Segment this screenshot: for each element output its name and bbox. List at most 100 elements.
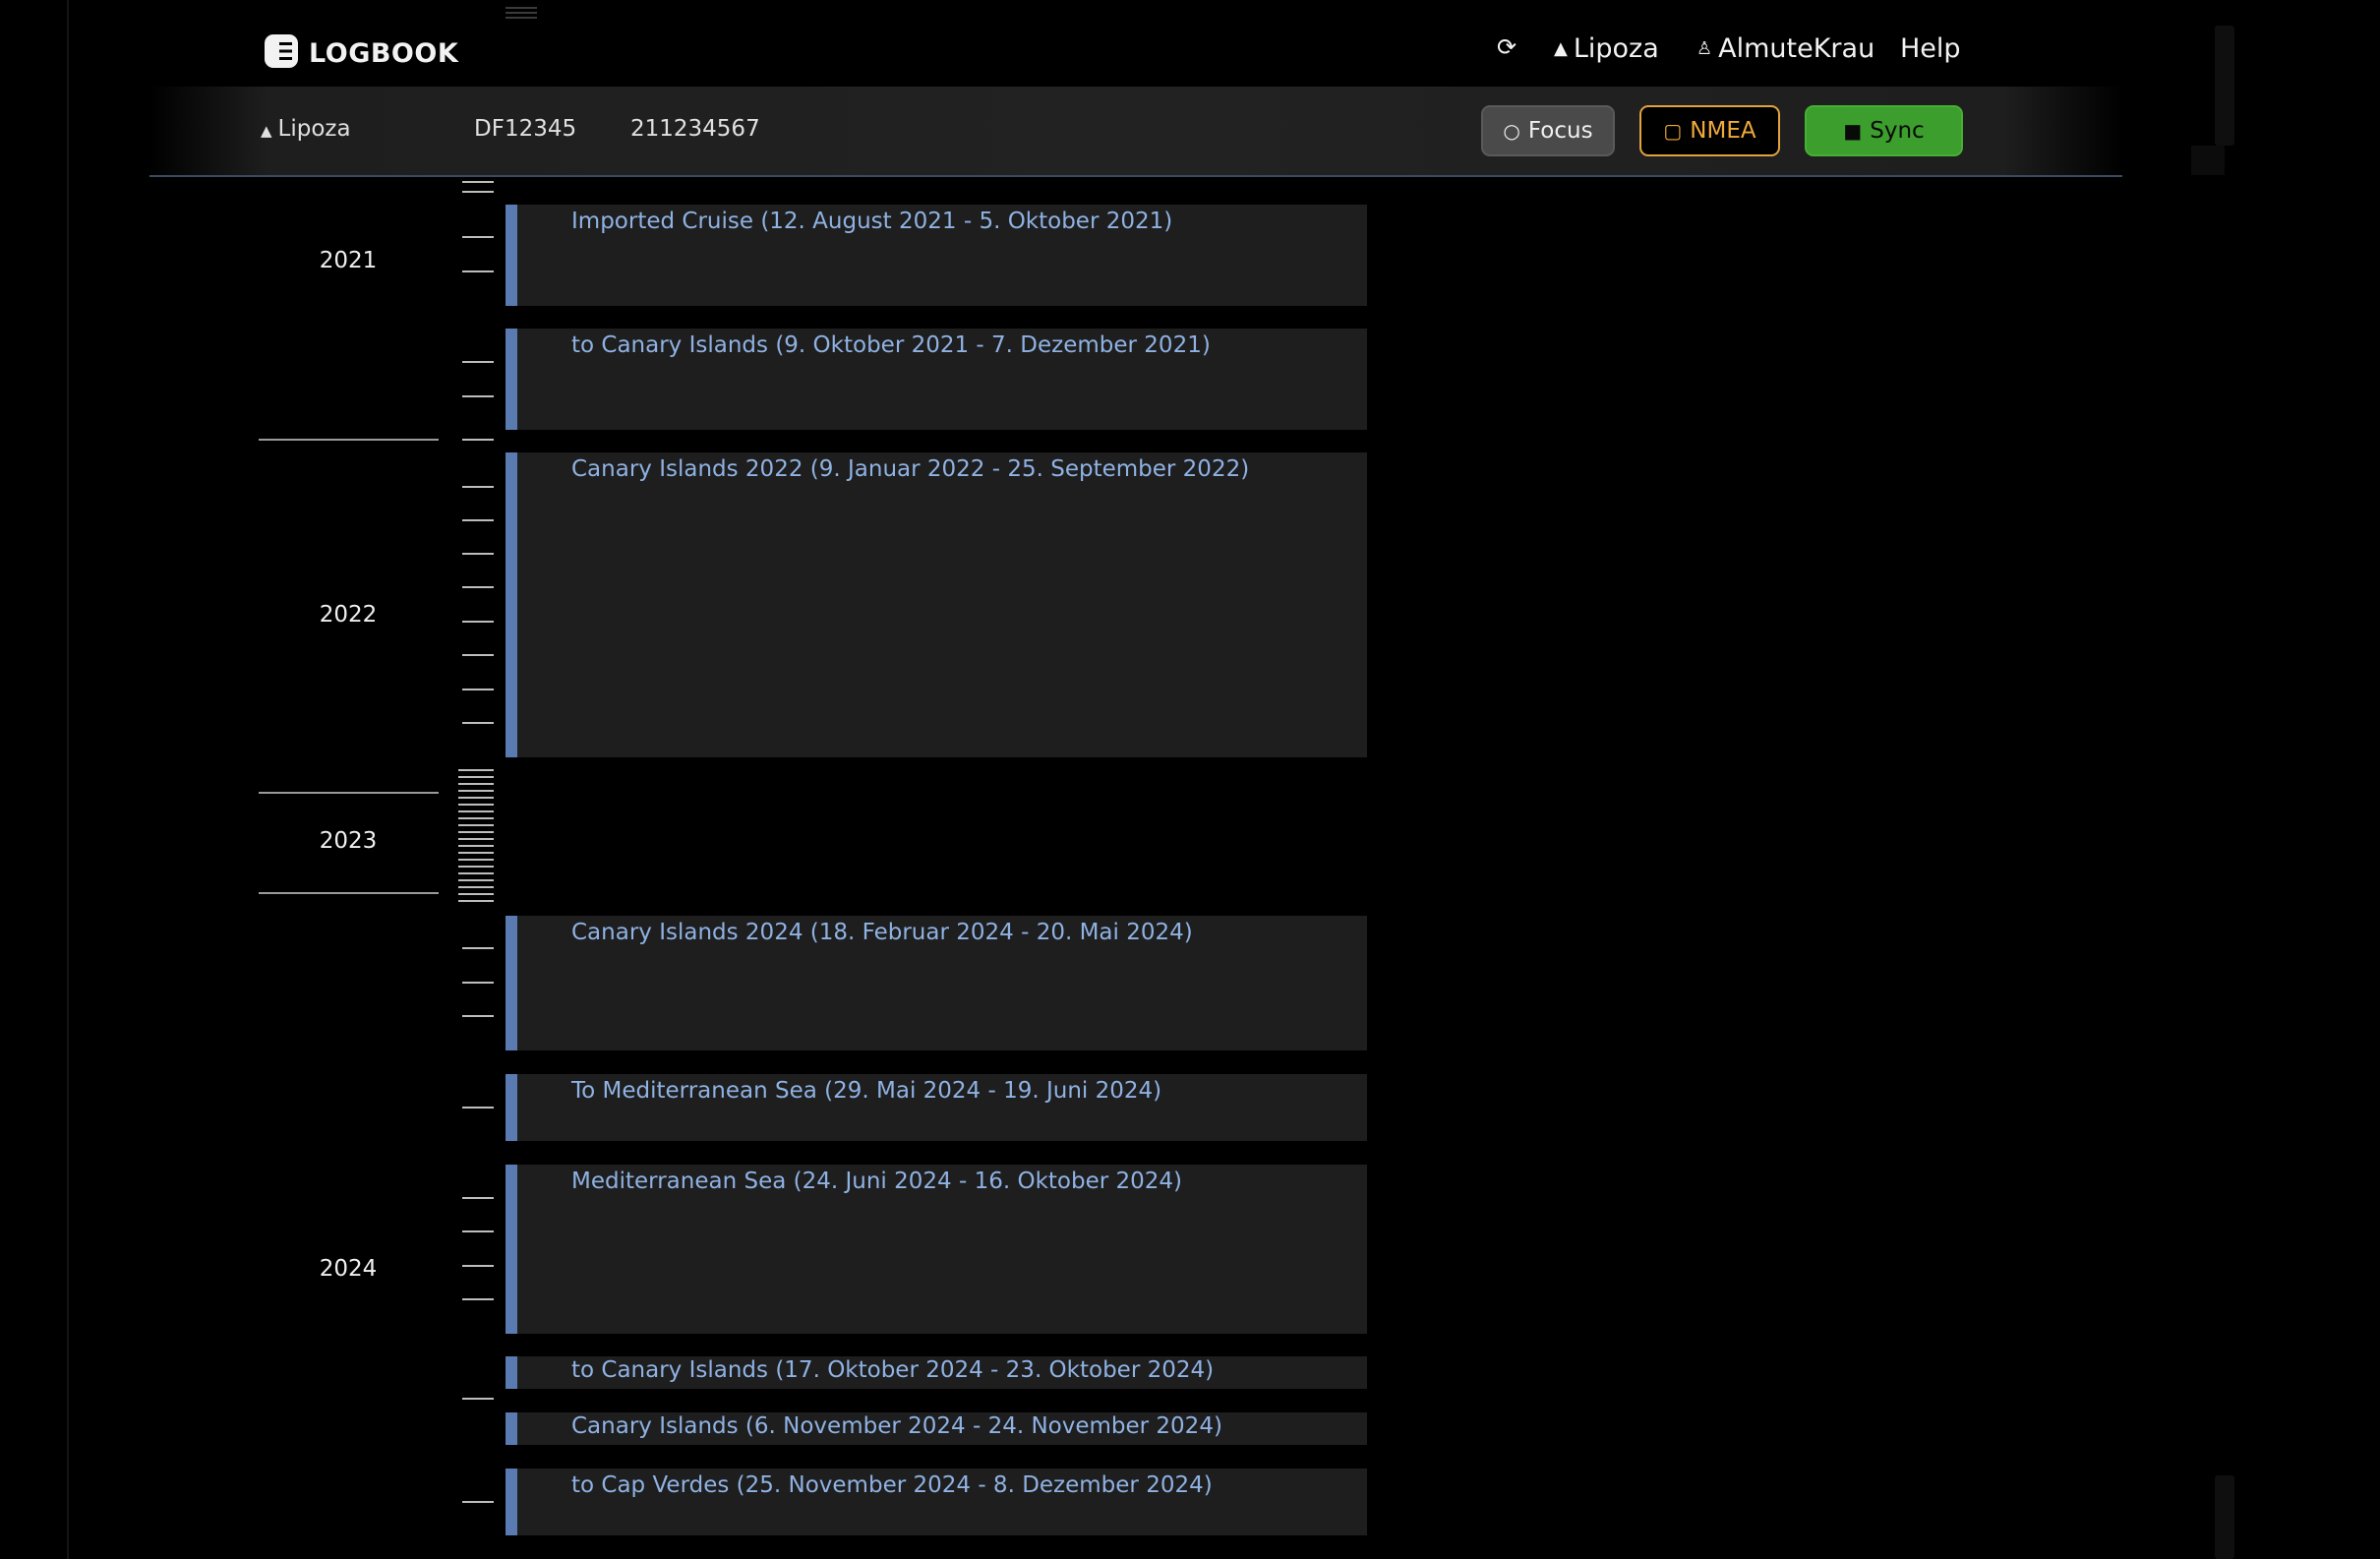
- month-tick: [462, 1197, 494, 1199]
- month-tick: [462, 947, 494, 949]
- nav-user-label: AlmuteKrau: [1718, 33, 1875, 64]
- month-tick: [458, 783, 494, 785]
- square-filled-icon: ■: [1843, 119, 1863, 143]
- year-label: 2022: [319, 602, 378, 628]
- trip-title: Canary Islands 2022 (9. Januar 2022 - 25…: [571, 456, 1250, 482]
- month-tick: [462, 553, 494, 555]
- sailboat-icon: ▲: [261, 122, 272, 140]
- trip-title: to Cap Verdes (25. November 2024 - 8. De…: [571, 1472, 1213, 1498]
- user-icon: ♙: [1696, 38, 1713, 59]
- sailboat-icon: ▲: [1554, 38, 1568, 59]
- month-tick: [458, 838, 494, 840]
- sync-button[interactable]: ■ Sync: [1805, 105, 1963, 156]
- month-tick: [458, 872, 494, 874]
- trip-title: to Canary Islands (9. Oktober 2021 - 7. …: [571, 332, 1211, 358]
- trip-item[interactable]: to Canary Islands (9. Oktober 2021 - 7. …: [506, 329, 1367, 430]
- month-tick: [462, 621, 494, 623]
- month-tick: [458, 797, 494, 799]
- circle-icon: ○: [1503, 119, 1520, 143]
- month-tick: [458, 900, 494, 902]
- year-label: 2024: [319, 1256, 378, 1282]
- month-tick: [458, 831, 494, 833]
- logo[interactable]: LOGBOOK: [264, 33, 458, 73]
- year-divider: [259, 439, 439, 441]
- month-tick: [458, 886, 494, 888]
- month-tick: [458, 769, 494, 771]
- month-tick: [462, 1398, 494, 1400]
- trip-title: Canary Islands 2024 (18. Februar 2024 - …: [571, 920, 1193, 945]
- trip-title: Canary Islands (6. November 2024 - 24. N…: [571, 1413, 1222, 1439]
- month-tick: [462, 191, 494, 193]
- nav-user-link[interactable]: ♙ AlmuteKrau: [1696, 33, 1874, 64]
- month-tick: [462, 270, 494, 272]
- trip-item[interactable]: to Canary Islands (17. Oktober 2024 - 23…: [506, 1356, 1367, 1389]
- month-tick: [458, 804, 494, 806]
- month-tick: [462, 181, 494, 183]
- month-tick: [462, 689, 494, 690]
- month-tick: [458, 845, 494, 847]
- month-tick: [462, 1230, 494, 1232]
- month-tick: [462, 439, 494, 441]
- nmea-label: NMEA: [1690, 118, 1756, 144]
- month-tick: [462, 361, 494, 363]
- nav-boat-label: Lipoza: [1573, 33, 1659, 64]
- month-tick: [462, 486, 494, 488]
- year-divider: [259, 792, 439, 794]
- nmea-button[interactable]: ▢ NMEA: [1639, 105, 1780, 156]
- month-tick: [458, 776, 494, 778]
- vessel-call-sign: DF12345: [474, 116, 577, 142]
- month-tick: [458, 893, 494, 895]
- square-outline-icon: ▢: [1663, 119, 1683, 143]
- month-tick: [462, 654, 494, 656]
- vessel-mmsi: 211234567: [630, 116, 760, 142]
- left-edge-divider: [67, 0, 69, 1559]
- month-tick: [458, 824, 494, 826]
- refresh-icon: ⟳: [1497, 33, 1517, 61]
- vessel-name-label: Lipoza: [277, 116, 351, 142]
- trip-item[interactable]: Canary Islands (6. November 2024 - 24. N…: [506, 1412, 1367, 1445]
- month-tick: [462, 1107, 494, 1109]
- month-tick: [458, 866, 494, 868]
- trip-item[interactable]: Mediterranean Sea (24. Juni 2024 - 16. O…: [506, 1165, 1367, 1334]
- trip-item[interactable]: To Mediterranean Sea (29. Mai 2024 - 19.…: [506, 1074, 1367, 1141]
- focus-label: Focus: [1527, 118, 1593, 144]
- month-tick: [462, 519, 494, 521]
- month-tick: [458, 790, 494, 792]
- month-tick: [462, 1015, 494, 1017]
- month-tick: [458, 817, 494, 819]
- month-tick: [462, 722, 494, 724]
- month-tick: [462, 586, 494, 588]
- trip-title: to Canary Islands (17. Oktober 2024 - 23…: [571, 1357, 1215, 1383]
- month-tick: [462, 982, 494, 984]
- month-tick: [462, 236, 494, 238]
- month-tick: [462, 1298, 494, 1300]
- year-label: 2021: [319, 248, 378, 273]
- year-label: 2023: [319, 828, 378, 854]
- scrollbar-bottom[interactable]: [2215, 1475, 2234, 1559]
- month-tick: [458, 859, 494, 861]
- focus-button[interactable]: ○ Focus: [1481, 105, 1615, 156]
- scrollbar-track-piece: [2191, 146, 2225, 175]
- trip-title: To Mediterranean Sea (29. Mai 2024 - 19.…: [571, 1078, 1162, 1104]
- trip-item[interactable]: Canary Islands 2022 (9. Januar 2022 - 25…: [506, 452, 1367, 757]
- nav-boat-link[interactable]: ▲ Lipoza: [1554, 33, 1659, 64]
- trip-item[interactable]: to Cap Verdes (25. November 2024 - 8. De…: [506, 1469, 1367, 1535]
- month-tick: [458, 879, 494, 881]
- month-tick: [462, 395, 494, 397]
- nav-help-link[interactable]: Help: [1900, 33, 1961, 64]
- top-bar: LOGBOOK ⟳ ▲ Lipoza ♙ AlmuteKrau Help: [0, 0, 2380, 87]
- trip-item[interactable]: Canary Islands 2024 (18. Februar 2024 - …: [506, 916, 1367, 1050]
- logbook-logo-icon: [264, 33, 299, 73]
- month-tick: [458, 810, 494, 812]
- trip-item[interactable]: Imported Cruise (12. August 2021 - 5. Ok…: [506, 205, 1367, 306]
- trip-title: Mediterranean Sea (24. Juni 2024 - 16. O…: [571, 1169, 1182, 1194]
- vessel-name[interactable]: ▲ Lipoza: [261, 116, 351, 142]
- trip-title: Imported Cruise (12. August 2021 - 5. Ok…: [571, 209, 1173, 234]
- month-tick: [462, 1501, 494, 1503]
- refresh-button[interactable]: ⟳: [1497, 33, 1517, 61]
- month-tick: [462, 1265, 494, 1267]
- month-tick: [458, 852, 494, 854]
- logo-text: LOGBOOK: [309, 37, 459, 69]
- sync-label: Sync: [1870, 118, 1925, 144]
- nav-help-label: Help: [1900, 33, 1961, 64]
